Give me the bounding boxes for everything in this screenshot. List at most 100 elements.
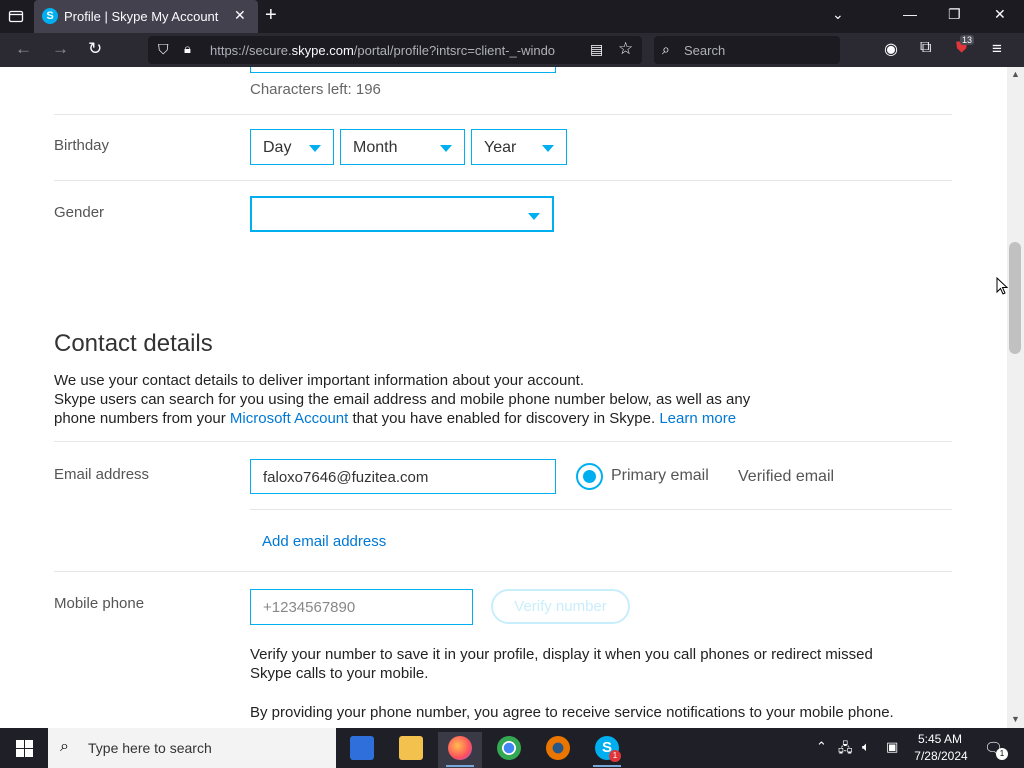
taskbar-app-skype[interactable]: S 1 — [585, 732, 629, 768]
divider — [250, 509, 952, 510]
blender-icon — [546, 736, 570, 760]
email-field[interactable]: faloxo7646@fuzitea.com — [250, 459, 556, 494]
forward-arrow-icon[interactable]: → — [52, 39, 69, 59]
about-me-field[interactable] — [250, 67, 556, 73]
skype-favicon-icon: S — [42, 8, 58, 24]
scroll-down-icon[interactable]: ▼ — [1011, 714, 1020, 724]
primary-email-radio[interactable] — [576, 463, 603, 490]
page-scrollbar[interactable]: ▲ ▼ — [1007, 67, 1024, 728]
microsoft-account-link[interactable]: Microsoft Account — [230, 410, 348, 427]
taskbar-search-box[interactable]: ⌕ Type here to search — [48, 728, 336, 768]
gender-label: Gender — [54, 204, 105, 221]
mobile-phone-placeholder: +1234567890 — [263, 599, 356, 616]
tray-chevron-icon[interactable]: ⌃ — [816, 739, 827, 755]
start-button[interactable] — [0, 728, 48, 768]
mouse-cursor-icon — [996, 277, 1008, 295]
divider — [54, 571, 952, 572]
contact-description-3: phone numbers from your Microsoft Accoun… — [54, 410, 737, 427]
birthday-year-value: Year — [484, 139, 517, 156]
mobile-phone-label: Mobile phone — [54, 595, 145, 612]
search-icon: ⌕ — [60, 738, 69, 755]
display-icon[interactable]: ▣ — [886, 739, 898, 755]
restore-icon[interactable]: ❐ — [948, 6, 961, 23]
close-window-icon[interactable]: ✕ — [994, 6, 1006, 23]
birthday-year-select[interactable]: Year — [471, 129, 567, 165]
contact-details-heading: Contact details — [54, 330, 213, 357]
folder-icon — [399, 736, 423, 760]
skype-badge: 1 — [609, 750, 621, 762]
taskbar-app-firefox[interactable] — [438, 732, 482, 768]
divider — [54, 180, 952, 181]
tab-title: Profile | Skype My Account — [64, 9, 219, 24]
windows-logo-icon — [16, 740, 33, 757]
birthday-month-value: Month — [353, 139, 398, 156]
account-icon[interactable]: ◉ — [884, 39, 898, 59]
characters-left: Characters left: 196 — [250, 81, 381, 98]
scroll-up-icon[interactable]: ▲ — [1011, 69, 1020, 79]
extension-badge: 13 — [960, 35, 975, 45]
phone-notice-text: By providing your phone number, you agre… — [250, 704, 894, 721]
birthday-day-select[interactable]: Day — [250, 129, 334, 165]
browser-nav-bar: ← → ↻ ⛉ 🔒︎ https://secure.skype.com/port… — [0, 33, 1024, 67]
contact-description-2: Skype users can search for you using the… — [54, 391, 751, 408]
windows-taskbar: ⌕ Type here to search S 1 ⌃ 🖧︎ 🔈︎ ▣ 5:45… — [0, 728, 1024, 768]
notification-count: 1 — [996, 748, 1008, 760]
active-indicator — [446, 765, 474, 767]
tracking-shield-icon[interactable]: ⛉ — [158, 41, 169, 58]
taskbar-app-file-explorer[interactable] — [389, 732, 433, 768]
gender-select[interactable] — [250, 196, 554, 232]
clock-date[interactable]: 7/28/2024 — [908, 749, 974, 763]
lock-icon[interactable]: 🔒︎ — [184, 41, 191, 57]
verified-email-label: Verified email — [738, 468, 835, 485]
birthday-month-select[interactable]: Month — [340, 129, 465, 165]
firefox-icon — [448, 736, 472, 760]
reader-view-icon[interactable]: ▤ — [590, 41, 603, 58]
taskbar-app-chrome[interactable] — [487, 732, 531, 768]
network-icon[interactable]: 🖧︎ — [838, 739, 853, 761]
search-bar[interactable]: ⌕ Search — [654, 36, 840, 64]
chrome-icon — [497, 736, 521, 760]
divider — [54, 114, 952, 115]
profile-page: Characters left: 196 Birthday Day Month … — [0, 67, 1007, 728]
volume-muted-icon[interactable]: 🔈︎ — [862, 739, 870, 755]
verify-description-1: Verify your number to save it in your pr… — [250, 646, 873, 663]
search-placeholder: Search — [684, 43, 726, 58]
email-label: Email address — [54, 466, 150, 483]
mobile-phone-field[interactable]: +1234567890 — [250, 589, 473, 625]
back-arrow-icon[interactable]: ← — [15, 39, 32, 59]
minimize-icon[interactable]: — — [903, 6, 917, 22]
dropdown-caret-icon — [542, 145, 554, 152]
extensions-puzzle-icon[interactable]: ⧉ — [920, 39, 931, 57]
taskbar-search-placeholder: Type here to search — [88, 740, 212, 756]
birthday-label: Birthday — [54, 137, 110, 154]
close-tab-icon[interactable]: ✕ — [234, 7, 246, 24]
reload-icon[interactable]: ↻ — [88, 39, 102, 59]
taskbar-app-explorer-blue[interactable] — [340, 732, 384, 768]
url-text[interactable]: https://secure.skype.com/portal/profile?… — [210, 43, 580, 58]
new-tab-icon[interactable]: + — [265, 4, 277, 27]
tab-list-icon[interactable] — [8, 8, 24, 24]
taskbar-app-blender[interactable] — [536, 732, 580, 768]
dropdown-caret-icon — [528, 213, 540, 220]
radio-dot-icon — [583, 470, 596, 483]
verify-number-button[interactable]: Verify number — [491, 589, 630, 624]
url-bar[interactable]: ⛉ 🔒︎ https://secure.skype.com/portal/pro… — [148, 36, 642, 64]
bookmark-star-icon[interactable]: ☆ — [618, 39, 633, 59]
verify-description-2: Skype calls to your mobile. — [250, 665, 429, 682]
scroll-thumb[interactable] — [1009, 242, 1021, 354]
app-icon — [350, 736, 374, 760]
tab-skype-profile[interactable]: S Profile | Skype My Account ✕ — [34, 0, 258, 33]
birthday-day-value: Day — [263, 139, 292, 156]
learn-more-link[interactable]: Learn more — [659, 410, 736, 427]
contact-description-1: We use your contact details to deliver i… — [54, 372, 585, 389]
tab-overflow-chevron-icon[interactable]: ⌄ — [832, 6, 844, 23]
menu-hamburger-icon[interactable]: ≡ — [992, 39, 1002, 59]
add-email-link[interactable]: Add email address — [262, 533, 386, 550]
divider — [54, 441, 952, 442]
dropdown-caret-icon — [440, 145, 452, 152]
clock-time[interactable]: 5:45 AM — [914, 732, 966, 746]
primary-email-label: Primary email — [611, 467, 709, 484]
running-indicator — [593, 765, 621, 767]
dropdown-caret-icon — [309, 145, 321, 152]
browser-tab-bar: S Profile | Skype My Account ✕ + ⌄ — ❐ ✕ — [0, 0, 1024, 33]
